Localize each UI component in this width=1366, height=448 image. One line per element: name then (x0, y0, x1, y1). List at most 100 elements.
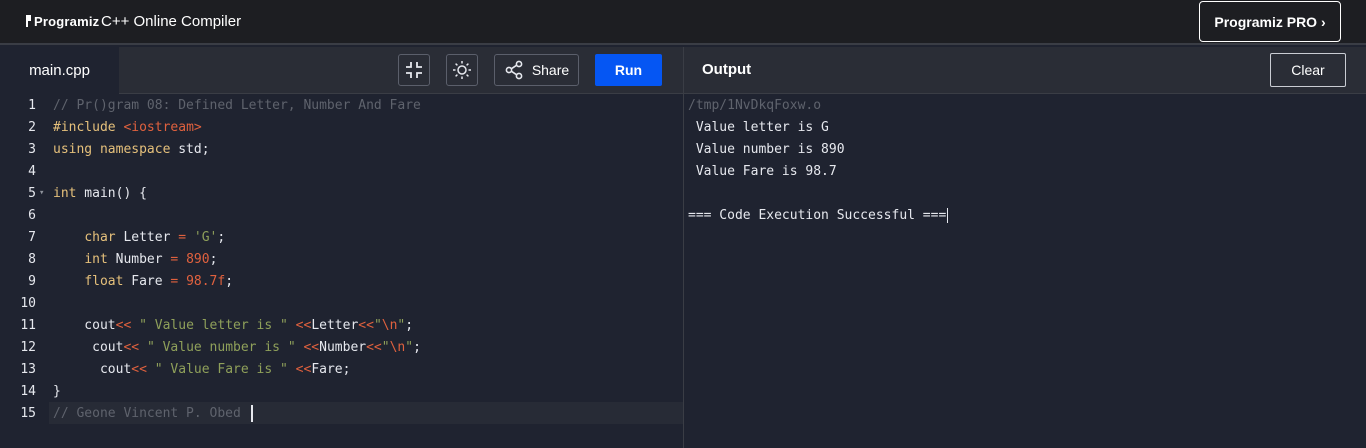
code-text: char Letter = 'G'; (53, 230, 225, 245)
code-line[interactable]: 3 using namespace std; (0, 138, 683, 160)
clear-button[interactable]: Clear (1270, 53, 1346, 87)
code-token: 98.7f (186, 273, 226, 289)
code-line[interactable]: 12 cout<< " Value number is " <<Number<<… (0, 336, 683, 358)
code-token: int (53, 185, 77, 201)
code-text: cout<< " Value Fare is " <<Fare; (53, 361, 351, 377)
code-token: " (405, 339, 414, 355)
code-token: cout (53, 339, 124, 355)
output-line: === Code Execution Successful === (688, 207, 949, 223)
code-token: char (84, 229, 116, 245)
share-button[interactable]: Share (494, 54, 579, 86)
line-number: 7 (28, 229, 36, 245)
programiz-pro-button[interactable]: Programiz PRO › (1199, 1, 1341, 42)
code-token: " Value Fare is " (154, 361, 288, 377)
code-text: int main() { (53, 186, 147, 201)
editor-toolbar: main.cpp Share Run (0, 47, 683, 94)
code-line[interactable]: 5 ▾ int main() { (0, 182, 683, 204)
output-toolbar: Output Clear (683, 47, 1366, 94)
code-line[interactable]: 6 (0, 204, 683, 226)
line-number: 4 (28, 163, 36, 179)
code-token: } (53, 383, 61, 399)
code-token: 'G' (193, 229, 218, 245)
code-token: #include (53, 119, 124, 135)
line-number: 6 (28, 207, 36, 223)
code-line[interactable]: 10 (0, 292, 683, 314)
code-token: << (295, 361, 312, 377)
code-line[interactable]: 11 cout<< " Value letter is " <<Letter<<… (0, 314, 683, 336)
code-line[interactable]: 15 // Geone Vincent P. Obed (0, 402, 683, 424)
output-path: /tmp/1NvDkqFoxw.o (688, 97, 822, 113)
code-line[interactable]: 8 int Number = 890; (0, 248, 683, 270)
code-text: int Number = 890; (53, 252, 217, 267)
collapse-button[interactable] (398, 54, 430, 86)
run-button[interactable]: Run (595, 54, 662, 86)
line-number: 1 (28, 97, 36, 113)
fold-arrow-icon[interactable]: ▾ (39, 188, 44, 198)
code-token: // Pr()gram 08: Defined Letter, Number A… (53, 97, 421, 113)
code-token: Letter (311, 317, 359, 333)
code-line[interactable]: 9 float Fare = 98.7f; (0, 270, 683, 292)
code-line[interactable]: 1 // Pr()gram 08: Defined Letter, Number … (0, 94, 683, 116)
code-token: << (366, 339, 382, 355)
code-token: ; (217, 229, 226, 245)
code-token: std; (170, 141, 210, 157)
output-line: Value letter is G (688, 119, 829, 135)
code-token: cout (53, 317, 116, 333)
output-caret (947, 207, 949, 223)
line-number: 14 (20, 383, 36, 399)
code-token: <iostream> (123, 119, 202, 135)
code-text: // Geone Vincent P. Obed (53, 404, 253, 422)
code-token: ; (413, 339, 421, 355)
code-token: = (178, 229, 187, 245)
logo-mark-icon (26, 15, 31, 27)
code-token: Number (319, 339, 367, 355)
app-title: C++ Online Compiler (101, 13, 242, 30)
code-line[interactable]: 13 cout<< " Value Fare is " <<Fare; (0, 358, 683, 380)
text-caret (250, 404, 253, 422)
code-token: ; (209, 251, 218, 267)
programiz-logo[interactable]: Programiz (25, 10, 99, 32)
code-text: // Pr()gram 08: Defined Letter, Number A… (53, 98, 421, 113)
code-token: int (84, 251, 108, 267)
collapse-icon (406, 62, 422, 78)
file-tab-main-cpp[interactable]: main.cpp (0, 47, 119, 94)
code-line[interactable]: 4 (0, 160, 683, 182)
code-line[interactable]: 2 #include <iostream> (0, 116, 683, 138)
output-console: /tmp/1NvDkqFoxw.o Value letter is G Valu… (683, 94, 1366, 448)
code-text: cout<< " Value number is " <<Number<<"\n… (53, 340, 421, 355)
share-label: Share (531, 62, 570, 78)
code-token: ; (405, 317, 414, 333)
line-number: 15 (20, 405, 36, 421)
top-bar: Programiz C++ Online Compiler Programiz … (0, 0, 1366, 45)
code-line[interactable]: 7 char Letter = 'G'; (0, 226, 683, 248)
code-token: \n (381, 317, 398, 333)
code-token: " (381, 339, 390, 355)
code-editor[interactable]: 1 // Pr()gram 08: Defined Letter, Number … (0, 94, 683, 448)
line-number: 10 (20, 295, 36, 311)
theme-toggle-button[interactable] (446, 54, 478, 86)
code-text: #include <iostream> (53, 120, 202, 135)
sun-icon (453, 61, 471, 79)
code-text: using namespace std; (53, 142, 210, 157)
code-token: << (303, 339, 320, 355)
code-line[interactable]: 14} (0, 380, 683, 402)
code-token: \n (389, 339, 406, 355)
code-token: main() { (76, 185, 147, 201)
code-token: << (131, 361, 147, 377)
code-token: << (115, 317, 132, 333)
code-token: Fare (123, 273, 171, 289)
code-text: } (53, 384, 61, 399)
code-token: " (373, 317, 382, 333)
logo-text: Programiz (34, 13, 100, 29)
code-token: cout (53, 361, 132, 377)
line-number: 13 (20, 361, 36, 377)
line-number: 9 (28, 273, 36, 289)
